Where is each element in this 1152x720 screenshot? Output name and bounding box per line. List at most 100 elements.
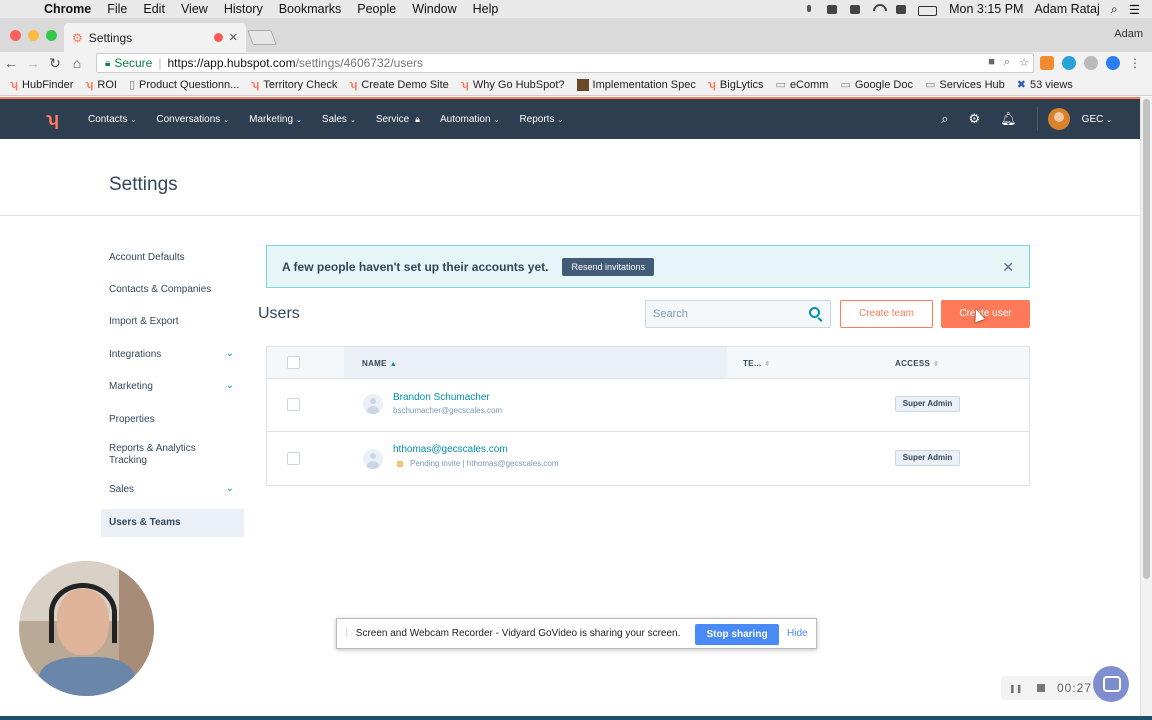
select-all-checkbox[interactable] [287, 356, 300, 369]
camera-icon[interactable]: ■ [988, 56, 995, 69]
hubspot-logo-icon[interactable]: ʮ [46, 109, 68, 130]
browser-profile[interactable]: Adam [1114, 28, 1143, 40]
bookmark-biglytics[interactable]: ʮ BigLytics [708, 79, 764, 91]
nav-automation[interactable]: Automation ⌄ [440, 114, 499, 125]
sidebar-item-users-teams[interactable]: Users & Teams [101, 509, 244, 537]
user-name-link[interactable]: Brandon Schumacher [393, 392, 490, 403]
extension-gray-icon[interactable] [1084, 56, 1098, 70]
create-user-button[interactable]: Create user [941, 300, 1030, 328]
sidebar-item-marketing[interactable]: Marketing ⌄ [101, 373, 244, 401]
bookmark-hubfinder[interactable]: ʮ HubFinder [10, 79, 73, 91]
nav-marketing[interactable]: Marketing ⌄ [249, 114, 302, 125]
menu-people[interactable]: People [357, 2, 396, 16]
gear-icon[interactable]: ⚙ [969, 111, 981, 127]
nav-service[interactable]: Service 🔒︎ [376, 114, 420, 125]
row-checkbox[interactable] [287, 452, 300, 465]
window-minimize-button[interactable] [28, 30, 39, 41]
extension-blue-icon[interactable] [1062, 56, 1076, 70]
battery-icon[interactable] [918, 4, 938, 16]
window-close-button[interactable] [10, 30, 21, 41]
spotlight-icon[interactable]: ⌕ [1111, 2, 1118, 17]
bookmark-roi[interactable]: ʮ ROI [85, 79, 117, 91]
resend-invitations-button[interactable]: Resend invitations [562, 257, 655, 276]
reload-icon[interactable]: ↻ [44, 55, 66, 72]
access-badge: Super Admin [895, 450, 960, 466]
menubar-clock[interactable]: Mon 3:15 PM [949, 2, 1023, 16]
column-header-name[interactable]: NAME ▲ [362, 359, 397, 368]
stop-icon[interactable] [1037, 684, 1045, 692]
menu-help[interactable]: Help [473, 2, 499, 16]
sidebar-item-sales[interactable]: Sales ⌄ [101, 476, 244, 504]
extension-hubspot-icon[interactable] [1040, 56, 1054, 70]
browser-tab-settings[interactable]: ⚙ Settings ✕ [64, 23, 246, 52]
bookmark-implementation-spec[interactable]: Implementation Spec [576, 78, 696, 91]
create-team-button[interactable]: Create team [840, 300, 933, 328]
drag-handle-icon[interactable]: ⁞ [345, 628, 348, 639]
menu-file[interactable]: File [107, 2, 127, 16]
zoom-icon[interactable]: ⌕ [1004, 56, 1010, 69]
dropbox-icon[interactable] [826, 4, 838, 15]
new-tab-button[interactable] [247, 30, 277, 45]
scrollbar-thumb[interactable] [1143, 99, 1150, 579]
menu-history[interactable]: History [224, 2, 263, 16]
hubspot-favicon-icon: ⚙ [72, 30, 83, 45]
search-input[interactable] [653, 308, 803, 320]
nav-conversations[interactable]: Conversations ⌄ [156, 114, 229, 125]
microphone-icon[interactable] [803, 4, 815, 15]
bookmark-territory-check[interactable]: ʮ Territory Check [251, 79, 337, 91]
bookmark-google-doc[interactable]: ▭ Google Doc [840, 78, 913, 92]
menu-bookmarks[interactable]: Bookmarks [279, 2, 342, 16]
nav-sales[interactable]: Sales ⌄ [322, 114, 356, 125]
sidebar-item-properties[interactable]: Properties [101, 406, 244, 434]
nav-contacts[interactable]: Contacts ⌄ [88, 114, 136, 125]
bookmark-why-go-hubspot[interactable]: ʮ Why Go HubSpot? [461, 79, 565, 91]
chrome-menu-icon[interactable]: ⋮ [1128, 56, 1142, 70]
sidebar-item-import-export[interactable]: Import & Export [101, 308, 244, 336]
hide-sharing-bar-button[interactable]: Hide [787, 628, 808, 639]
stop-sharing-button[interactable]: Stop sharing [695, 624, 779, 645]
bookmark-star-icon[interactable]: ☆ [1019, 56, 1029, 69]
sidebar-item-integrations[interactable]: Integrations ⌄ [101, 341, 244, 369]
avatar[interactable] [1047, 108, 1070, 130]
bluetooth-icon[interactable] [849, 4, 861, 15]
settings-sidebar: Account Defaults Contacts & Companies Im… [101, 244, 244, 537]
chevron-down-icon: ⌄ [1106, 116, 1112, 124]
back-arrow-icon[interactable]: ← [0, 55, 22, 71]
column-header-access[interactable]: ACCESS ⬍ [895, 359, 939, 368]
bookmark-53-views[interactable]: ✖ 53 views [1017, 78, 1073, 92]
tab-close-icon[interactable]: ✕ [229, 31, 238, 44]
menu-window[interactable]: Window [412, 2, 456, 16]
sidebar-item-account-defaults[interactable]: Account Defaults [101, 244, 244, 272]
sidebar-item-contacts-companies[interactable]: Contacts & Companies [101, 276, 244, 304]
column-header-team[interactable]: TE... ⬍ [743, 359, 771, 368]
search-icon[interactable]: ⌕ [941, 111, 948, 127]
bookmark-ecomm[interactable]: ▭ eComm [776, 78, 829, 92]
wifi-icon[interactable] [872, 4, 884, 15]
pause-icon[interactable]: ❚❚ [1009, 684, 1022, 693]
sidebar-item-reports-analytics[interactable]: Reports & Analytics Tracking [101, 435, 211, 475]
bell-icon[interactable]: 🔔︎ [1000, 111, 1017, 127]
close-icon[interactable]: ✕ [1002, 259, 1014, 276]
airplay-icon[interactable] [895, 4, 907, 15]
extension-vidyard-icon[interactable] [1106, 56, 1120, 70]
page-scrollbar[interactable] [1140, 97, 1152, 717]
bookmark-product-questionnaire[interactable]: ▯ Product Questionn... [129, 78, 239, 92]
menubar-user[interactable]: Adam Rataj [1034, 2, 1099, 16]
menu-app[interactable]: Chrome [44, 2, 91, 16]
menu-edit[interactable]: Edit [143, 2, 165, 16]
bookmark-services-hub[interactable]: ▭ Services Hub [925, 78, 1005, 92]
home-icon[interactable]: ⌂ [66, 55, 88, 71]
menu-view[interactable]: View [181, 2, 208, 16]
chat-icon[interactable] [1093, 666, 1129, 702]
notification-center-icon[interactable]: ☰ [1129, 2, 1140, 17]
forward-arrow-icon[interactable]: → [22, 55, 44, 71]
account-menu[interactable]: GEC ⌄ [1082, 114, 1112, 125]
user-name-link[interactable]: hthomas@gecscales.com [393, 444, 508, 455]
bookmark-create-demo-site[interactable]: ʮ Create Demo Site [349, 79, 448, 91]
recording-timer: 00:27 [1057, 681, 1093, 695]
nav-reports[interactable]: Reports ⌄ [519, 114, 563, 125]
window-zoom-button[interactable] [46, 30, 57, 41]
row-checkbox[interactable] [287, 398, 300, 411]
address-bar[interactable]: 🔒︎ Secure | https://app.hubspot.com /set… [96, 53, 1034, 73]
search-icon[interactable] [809, 307, 820, 318]
